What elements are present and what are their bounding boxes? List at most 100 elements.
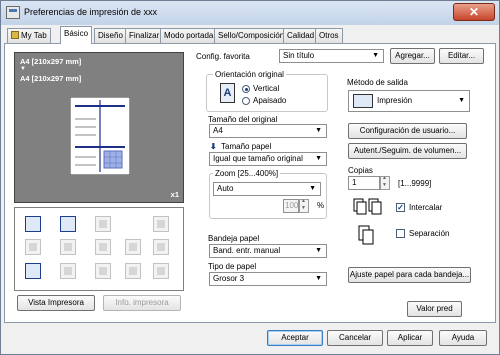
close-button[interactable]: ✕ (453, 3, 495, 21)
zoom-spinner[interactable] (299, 198, 309, 213)
printer-info-button[interactable]: Info. impresora (103, 295, 181, 311)
copies-range-label: [1...9999] (398, 179, 432, 188)
output-method-select[interactable]: Impresión ▼ (348, 90, 470, 112)
zoom-legend: Zoom [25...400%] (213, 169, 281, 178)
copy-icon[interactable] (95, 216, 111, 232)
function-icon-grid (14, 207, 184, 291)
binding-icon[interactable] (153, 263, 169, 279)
copies-label: Copias (348, 166, 373, 175)
text-icon[interactable] (95, 239, 111, 255)
orientation-preview-icon: A (220, 83, 235, 103)
booklet-icon[interactable] (125, 239, 141, 255)
original-size-label: Tamaño del original (208, 115, 278, 124)
tab-diseno[interactable]: Diseño (94, 28, 127, 43)
window-title: Preferencias de impresión de xxx (24, 7, 158, 17)
chevron-down-icon: ▼ (315, 155, 322, 162)
original-size-select[interactable]: A4 ▼ (209, 124, 327, 138)
tab-calidad[interactable]: Calidad (283, 28, 319, 43)
favorite-setting-label: Config. favorita (196, 52, 250, 61)
paper-type-select[interactable]: Grosor 3 ▼ (209, 272, 327, 286)
tab-label: Modo portada (164, 31, 214, 40)
chevron-down-icon: ▼ (458, 97, 465, 104)
rotate-icon[interactable] (153, 216, 169, 232)
ok-button[interactable]: Aceptar (267, 330, 323, 346)
printer-app-icon (6, 6, 20, 19)
tab-label: Básico (64, 29, 89, 38)
offset-checkbox[interactable] (396, 229, 405, 238)
zoom-group (209, 173, 327, 219)
collate-label: Intercalar (409, 203, 443, 212)
vertical-radio[interactable] (242, 85, 250, 93)
authentication-button[interactable]: Autent./Seguim. de volumen... (348, 143, 467, 159)
chevron-down-icon: ▼ (309, 185, 316, 192)
offset-label: Separación (409, 229, 450, 238)
paper-type-label: Tipo de papel (208, 262, 257, 271)
copies-field[interactable]: 1 (348, 176, 380, 190)
view-printer-button[interactable]: Vista Impresora (17, 295, 95, 311)
collate-icon (353, 198, 382, 215)
copies-spinner[interactable] (380, 175, 390, 190)
add-favorite-button[interactable]: Agregar... (390, 48, 435, 64)
combine-icon[interactable] (60, 239, 76, 255)
favorite-setting-select[interactable]: Sin título ▼ (279, 49, 384, 63)
stamp-icon[interactable] (153, 239, 169, 255)
cancel-button[interactable]: Cancelar (327, 330, 383, 346)
preview-document-image (70, 97, 130, 175)
zoom-select[interactable]: Auto ▼ (213, 182, 321, 196)
zoom-unit-label: % (317, 201, 325, 210)
punch-icon[interactable] (95, 263, 111, 279)
output-method-label: Método de salida (347, 78, 408, 87)
tab-otros[interactable]: Otros (315, 28, 343, 43)
fold-icon[interactable] (125, 263, 141, 279)
zoom-percent-field[interactable]: 100 (283, 199, 299, 213)
landscape-label: Apaisado (253, 96, 287, 105)
tab-label: Otros (319, 31, 339, 40)
duplex-icon[interactable] (60, 216, 76, 232)
paper-tray-label: Bandeja papel (208, 234, 260, 243)
zoom-value: Auto (217, 184, 234, 193)
tab-finalizar[interactable]: Finalizar (125, 28, 164, 43)
tab-my-tab[interactable]: My Tab (7, 28, 51, 43)
orientation-legend: Orientación original (213, 70, 286, 79)
tab-label: Diseño (98, 31, 123, 40)
arrow-down-icon: ⬇ (210, 142, 217, 151)
tab-modo-portada[interactable]: Modo portada (160, 28, 218, 43)
preview-original-size: A4 [210x297 mm] (20, 57, 82, 66)
edit-favorite-button[interactable]: Editar... (439, 48, 484, 64)
output-method-value: Impresión (377, 96, 413, 105)
offset-icon (358, 225, 374, 245)
paper-tray-value: Band. entr. manual (213, 246, 281, 255)
folder-icon (11, 31, 19, 39)
tab-label: My Tab (21, 31, 47, 40)
chevron-down-icon: ▼ (315, 247, 322, 254)
tab-label: Finalizar (129, 31, 160, 40)
adjust-paper-button[interactable]: Ajuste papel para cada bandeja... (348, 267, 471, 283)
preview-paper-size: A4 [210x297 mm] (20, 74, 82, 83)
vertical-label: Vertical (253, 84, 280, 93)
staple-icon[interactable] (60, 263, 76, 279)
user-settings-button[interactable]: Configuración de usuario... (348, 123, 467, 139)
tab-sello-composicion[interactable]: Sello/Composición (214, 28, 289, 43)
chevron-down-icon: ▼ (315, 275, 322, 282)
tab-basico[interactable]: Básico (60, 26, 93, 44)
landscape-radio[interactable] (242, 97, 250, 105)
tab-label: Calidad (287, 31, 315, 40)
title-bar: Preferencias de impresión de xxx ✕ (1, 1, 499, 25)
print-preferences-window: Preferencias de impresión de xxx ✕ My Ta… (0, 0, 500, 355)
tab-label: Sello/Composición (218, 31, 285, 40)
output-method-icon[interactable] (25, 216, 41, 232)
paper-size-label: Tamaño papel (221, 142, 272, 151)
paper-tray-select[interactable]: Band. entr. manual ▼ (209, 244, 327, 258)
page-icon[interactable] (25, 263, 41, 279)
paper-size-select[interactable]: Igual que tamaño original ▼ (209, 152, 327, 166)
preview-scale: x1 (170, 190, 179, 199)
help-button[interactable]: Ayuda (439, 330, 487, 346)
page-preview: A4 [210x297 mm] ▼ A4 [210x297 mm] x1 (14, 52, 184, 203)
apply-button[interactable]: Aplicar (387, 330, 433, 346)
default-values-button[interactable]: Valor pred (407, 301, 462, 317)
collate-checkbox[interactable]: ✓ (396, 203, 405, 212)
paper-size-value: Igual que tamaño original (213, 154, 303, 163)
layers-icon[interactable] (25, 239, 41, 255)
chevron-down-icon: ▼ (315, 127, 322, 134)
preview-arrow: ▼ (20, 66, 26, 72)
